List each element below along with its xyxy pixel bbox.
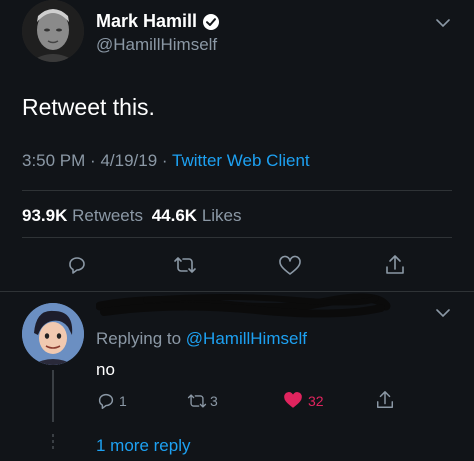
thread-dots (52, 434, 54, 449)
chevron-down-icon[interactable] (436, 18, 450, 28)
likes-stat[interactable]: 44.6K Likes (152, 206, 242, 225)
like-button[interactable] (278, 255, 302, 277)
reply-retweet-button[interactable]: 3 (186, 391, 218, 411)
tweet-text: Retweet this. (22, 94, 155, 120)
reply-like-button[interactable]: 32 (283, 391, 324, 410)
meta-separator: · (90, 151, 96, 170)
reply-reply-button[interactable]: 1 (96, 391, 127, 411)
like-icon (279, 255, 301, 275)
likes-label: Likes (201, 206, 242, 225)
share-icon (386, 255, 404, 274)
author-handle[interactable]: @HamillHimself (96, 35, 217, 55)
reply-retweet-count: 3 (210, 393, 218, 409)
thread-line (52, 370, 54, 422)
reply-icon (98, 393, 114, 409)
divider (22, 190, 452, 191)
retweets-count: 93.9K (22, 206, 68, 225)
author-avatar[interactable] (22, 0, 84, 62)
tweet-meta: 3:50 PM · 4/19/19 · Twitter Web Client (22, 151, 310, 171)
tweet-source-link[interactable]: Twitter Web Client (172, 151, 310, 170)
meta-separator: · (161, 151, 168, 170)
more-replies-link[interactable]: 1 more reply (96, 436, 190, 456)
reply-icon (69, 257, 85, 274)
chevron-down-icon[interactable] (436, 308, 450, 318)
reply-author-avatar[interactable] (22, 303, 84, 365)
retweet-icon (174, 257, 196, 273)
retweet-button[interactable] (172, 254, 198, 276)
reply-share-button[interactable] (375, 389, 395, 411)
reply-button[interactable] (66, 254, 88, 276)
author-name[interactable]: Mark Hamill (96, 11, 197, 32)
reply-count: 1 (119, 393, 127, 409)
redacted-author-name (96, 292, 396, 322)
tweet-time: 3:50 PM (22, 151, 86, 170)
verified-badge-icon (202, 13, 220, 31)
likes-count: 44.6K (151, 206, 198, 225)
replying-to-label: Replying to (96, 329, 182, 348)
tweet-date: 4/19/19 (100, 151, 158, 170)
retweet-icon (187, 394, 207, 408)
replying-to: Replying to @HamillHimself (96, 329, 307, 349)
replying-to-handle[interactable]: @HamillHimself (186, 329, 307, 348)
retweets-label: Retweets (72, 206, 143, 225)
share-button[interactable] (384, 253, 406, 277)
divider (22, 237, 452, 238)
like-icon (284, 392, 302, 408)
share-icon (377, 391, 393, 408)
tweet-stats: 93.9K Retweets 44.6K Likes (22, 206, 242, 226)
retweets-stat[interactable]: 93.9K Retweets (22, 206, 148, 225)
reply-text: no (96, 360, 115, 379)
reply-like-count: 32 (308, 392, 324, 409)
